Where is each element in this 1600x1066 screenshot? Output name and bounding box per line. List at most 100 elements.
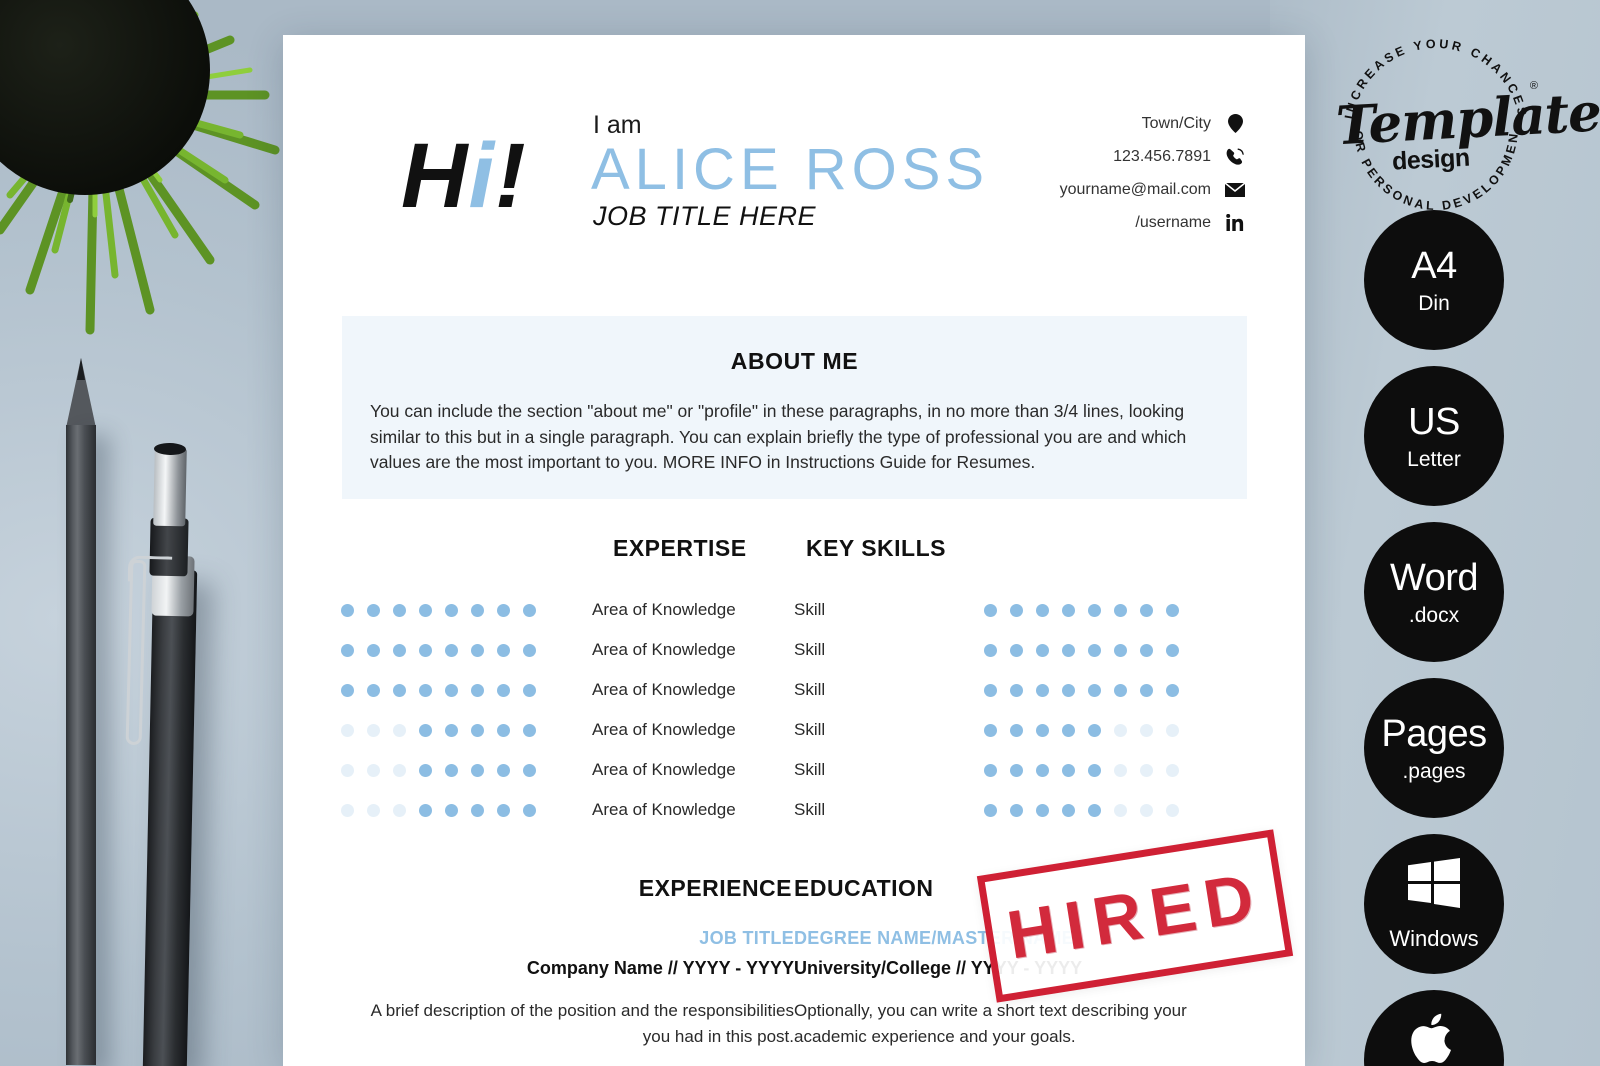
expertise-row: Area of Knowledge [341,710,794,750]
pencil-lead [77,358,85,380]
rating-dot-filled [1036,723,1049,737]
badge-secondary-label: .docx [1408,603,1460,627]
experience-description: A brief description of the position and … [370,1001,794,1046]
expertise-rating [341,643,536,657]
rating-dot-empty [1114,803,1127,817]
pen-plunger-top [153,442,187,456]
badge-primary-label: A4 [1411,244,1457,287]
key-skill-label: Skill [794,640,826,659]
rating-dot-filled [367,683,380,697]
rating-dot-filled [1140,603,1153,617]
rating-dot-filled [367,603,380,617]
rating-dot-filled [523,723,536,737]
page-title: ALICE ROSS [591,137,990,202]
rating-dot-empty [393,723,406,737]
badge-windows[interactable]: Windows [1364,834,1504,974]
rating-dot-filled [1166,643,1179,657]
expertise-label: Area of Knowledge [592,800,736,819]
key-skill-rating [984,803,1179,817]
rating-dot-filled [497,763,510,777]
rating-dot-filled [1010,723,1023,737]
hi-letter-i: i [468,125,496,227]
rating-dot-empty [1166,723,1179,737]
rating-dot-filled [1036,603,1049,617]
rating-dot-filled [471,683,484,697]
expertise-rating [341,683,536,697]
rating-dot-filled [497,723,510,737]
contact-email-text: yourname@mail.com [1059,180,1211,198]
rating-dot-filled [419,683,432,697]
experience-column: EXPERIENCE JOB TITLE Company Name // YYY… [341,875,794,1049]
intro-label: I am [593,111,642,139]
badge-pages[interactable]: Pages .pages [1364,678,1504,818]
rating-dot-filled [1062,803,1075,817]
expertise-heading: EXPERTISE [613,535,747,561]
rating-dot-filled [523,643,536,657]
rating-dot-filled [1036,763,1049,777]
rating-dot-filled [1088,803,1101,817]
rating-dot-filled [445,763,458,777]
hi-letter-h: H [401,125,469,227]
rating-dot-empty [1140,803,1153,817]
expertise-label: Area of Knowledge [592,600,736,619]
rating-dot-empty [393,763,406,777]
about-me-heading: ABOUT ME [730,348,859,374]
expertise-rating [341,603,536,617]
expertise-row: Area of Knowledge [341,630,794,670]
badge-a4[interactable]: A4 Din [1364,210,1504,350]
key-skill-rating [984,683,1179,697]
hi-logotype: Hi! [401,130,527,222]
contact-location-text: Town/City [1141,114,1211,132]
expertise-rating [341,723,536,737]
potted-plant [0,0,300,335]
key-skill-label: Skill [794,800,826,819]
rating-dot-filled [984,643,997,657]
key-skill-rating [984,603,1179,617]
rating-dot-filled [367,643,380,657]
rating-dot-filled [1166,603,1179,617]
contact-list: Town/City 123.456.7891 yourname@mail.com [945,107,1245,239]
rating-dot-empty [1114,763,1127,777]
expertise-rating [341,803,536,817]
expertise-row: Area of Knowledge [341,670,794,710]
rating-dot-filled [393,603,406,617]
rating-dot-empty [367,803,380,817]
rating-dot-filled [1010,803,1023,817]
registered-mark-icon: ® [1529,80,1538,92]
expertise-label: Area of Knowledge [592,680,736,699]
badge-macosx[interactable]: MacOSX [1364,990,1504,1066]
rating-dot-filled [1088,603,1101,617]
rating-dot-filled [1088,723,1101,737]
key-skill-rating [984,643,1179,657]
rating-dot-filled [1010,603,1023,617]
pen-plunger [153,447,187,527]
rating-dot-filled [445,683,458,697]
experience-job-title: JOB TITLE [699,928,794,948]
rating-dot-filled [1114,683,1127,697]
resume-header: Hi! I am ALICE ROSS JOB TITLE HERE Town/… [283,35,1305,285]
rating-dot-filled [1010,763,1023,777]
rating-dot-filled [1140,683,1153,697]
badge-us[interactable]: US Letter [1364,366,1504,506]
about-me-section: ABOUT ME You can include the section "ab… [342,316,1247,499]
rating-dot-filled [1062,643,1075,657]
rating-dot-filled [497,803,510,817]
rating-dot-filled [1114,643,1127,657]
rating-dot-filled [497,603,510,617]
rating-dot-filled [393,683,406,697]
expertise-row: Area of Knowledge [341,750,794,790]
key-skill-row: Skill [794,790,1247,830]
badge-secondary-label: .pages [1402,759,1466,783]
rating-dot-empty [341,723,354,737]
rating-dot-filled [984,723,997,737]
badge-word[interactable]: Word .docx [1364,522,1504,662]
expertise-row: Area of Knowledge [341,590,794,630]
rating-dot-filled [1166,683,1179,697]
key-skill-rating [984,763,1179,777]
linkedin-icon [1225,213,1245,232]
rating-dot-filled [1062,723,1075,737]
rating-dot-filled [341,683,354,697]
experience-heading: EXPERIENCE [638,875,792,901]
rating-dot-filled [1010,643,1023,657]
rating-dot-filled [1088,683,1101,697]
